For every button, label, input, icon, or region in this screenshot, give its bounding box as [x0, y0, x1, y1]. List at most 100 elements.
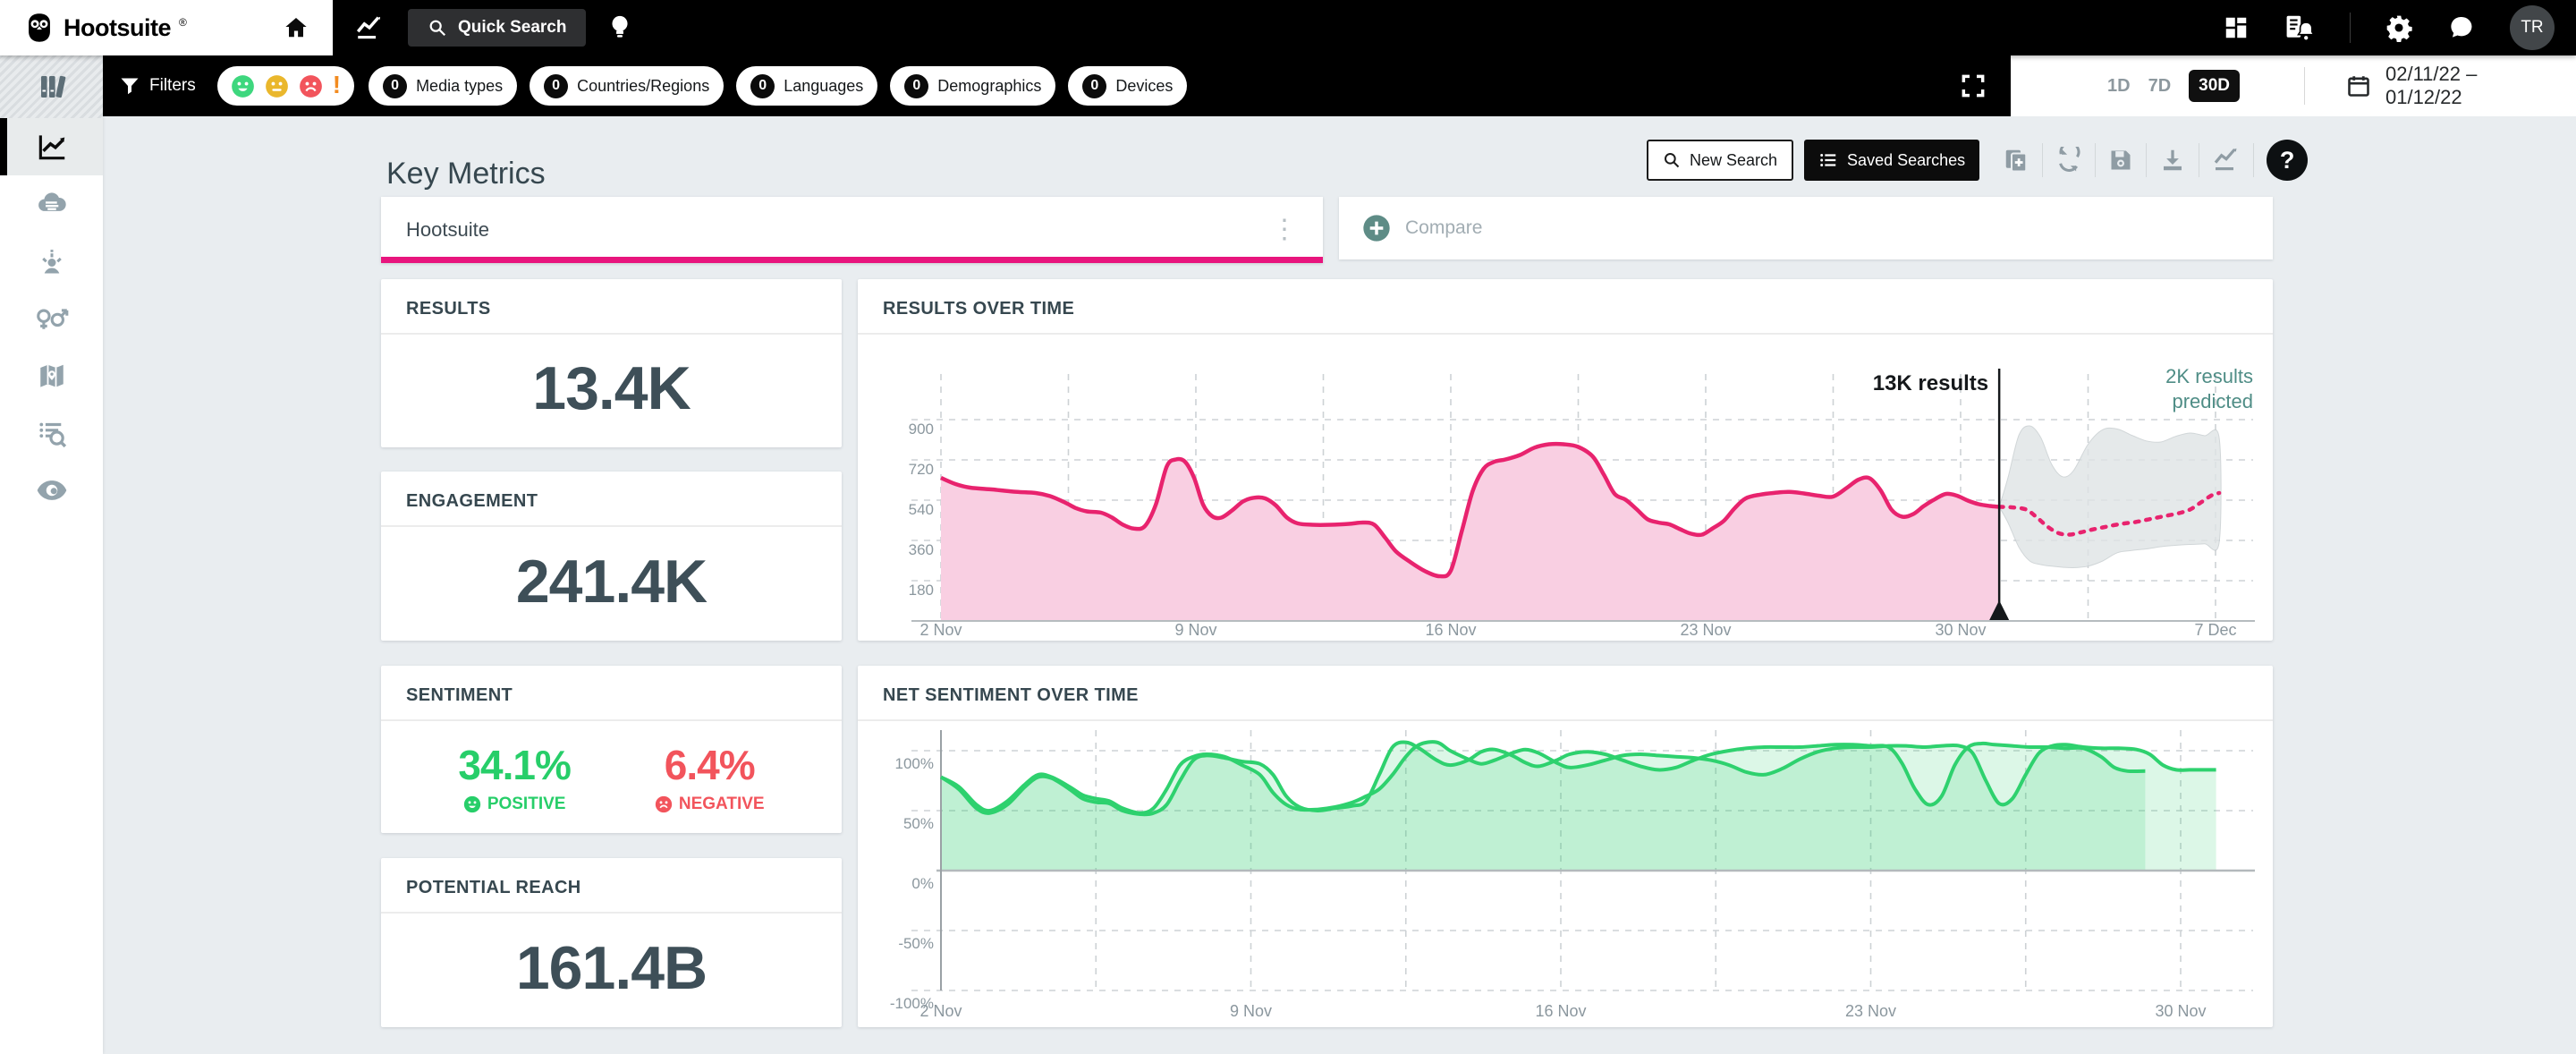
card-body: 161.4B: [381, 914, 842, 1022]
filter-pill-media-types[interactable]: 0 Media types: [369, 66, 518, 106]
duplicate-report-button[interactable]: [2003, 147, 2029, 174]
svg-text:100%: 100%: [895, 755, 934, 772]
svg-text:-50%: -50%: [898, 935, 934, 952]
positive-value: 34.1%: [458, 742, 571, 788]
eye-icon: [37, 480, 66, 500]
refresh-icon: [2059, 147, 2080, 172]
card-header: RESULTS: [381, 279, 842, 335]
date-range-text: 02/11/22 – 01/12/22: [2385, 63, 2478, 108]
sentiment-filter-pill[interactable]: !: [216, 66, 355, 106]
positive-label: POSITIVE: [487, 795, 566, 813]
saved-searches-button[interactable]: Saved Searches: [1804, 140, 1980, 181]
filter-bar: Filters ! 0 Media types 0 Countries/Regi…: [103, 55, 2576, 116]
results-card: RESULTS 13.4K: [381, 279, 842, 447]
sidebar-item-influencers[interactable]: [0, 233, 103, 290]
range-30d-button[interactable]: 30D: [2189, 70, 2241, 102]
smile-icon: [463, 795, 481, 813]
filter-pill-devices[interactable]: 0 Devices: [1068, 66, 1188, 106]
floppy-save-icon: [2111, 150, 2131, 170]
compare-card[interactable]: Compare: [1339, 197, 2273, 259]
panel-divider: [2304, 67, 2305, 105]
filter-pill-countries[interactable]: 0 Countries/Regions: [530, 66, 724, 106]
search-icon: [428, 18, 447, 38]
potential-reach-card: POTENTIAL REACH 161.4B: [381, 858, 842, 1027]
sidebar-item-saved-queries[interactable]: [0, 404, 103, 462]
toolbar-divider: [2146, 143, 2148, 177]
neutral-face-icon[interactable]: [265, 74, 289, 98]
net-sentiment-over-time-chart[interactable]: 100% 50% 0% -50% -100% 2 Nov 9 Nov 16 Nov 23 Nov…: [858, 721, 2273, 1025]
svg-text:7 Dec: 7 Dec: [2194, 621, 2236, 639]
svg-text:predicted: predicted: [2172, 390, 2253, 412]
sidebar-item-insights[interactable]: [0, 118, 103, 175]
chat-bubble-icon[interactable]: [2447, 13, 2476, 42]
apps-grid-icon[interactable]: [2223, 14, 2250, 41]
avatar[interactable]: TR: [2510, 5, 2555, 50]
happy-face-icon[interactable]: [231, 74, 255, 98]
sidebar-item-word-cloud[interactable]: [0, 175, 103, 233]
sidebar-item-library[interactable]: [0, 55, 103, 118]
brand-name: Hootsuite: [64, 13, 172, 41]
sidebar-item-monitor[interactable]: [0, 462, 103, 519]
save-button[interactable]: [2108, 148, 2133, 173]
sidebar: [0, 55, 103, 1054]
home-button[interactable]: [283, 14, 309, 41]
chart-view-button[interactable]: [2212, 146, 2241, 174]
filter-count-badge: 0: [750, 73, 775, 98]
kebab-menu-icon[interactable]: ⋮: [1271, 217, 1298, 243]
lightbulb-icon[interactable]: [609, 14, 631, 41]
filter-count-badge: 0: [383, 73, 408, 98]
saved-list-icon: [1818, 150, 1838, 170]
negative-value: 6.4%: [664, 742, 756, 788]
range-7d-button[interactable]: 7D: [2148, 76, 2172, 97]
card-title: NET SENTIMENT OVER TIME: [883, 685, 1139, 705]
fullscreen-icon: [1962, 74, 1985, 98]
card-body: 13.4K: [381, 335, 842, 442]
search-icon: [1663, 151, 1681, 169]
search-query-card[interactable]: Hootsuite ⋮: [381, 197, 1323, 263]
funnel-icon: [119, 75, 140, 97]
range-1d-button[interactable]: 1D: [2107, 76, 2131, 97]
toolbar-divider: [2253, 143, 2255, 177]
svg-text:0%: 0%: [911, 875, 934, 892]
svg-text:180: 180: [909, 582, 934, 599]
toolbar-divider: [2042, 143, 2044, 177]
date-range-picker[interactable]: 02/11/22 – 01/12/22: [2346, 63, 2553, 109]
refresh-button[interactable]: [2055, 147, 2082, 174]
search-query-text: Hootsuite: [406, 218, 489, 241]
quick-search-button[interactable]: Quick Search: [408, 9, 587, 47]
svg-text:360: 360: [909, 541, 934, 558]
svg-text:13K results: 13K results: [1873, 371, 1988, 395]
copy-plus-icon: [2005, 149, 2028, 173]
filter-count-badge: 0: [904, 73, 929, 98]
card-title: SENTIMENT: [406, 685, 513, 705]
hootsuite-logo[interactable]: Hootsuite ®: [23, 12, 187, 44]
filter-pill-demographics[interactable]: 0 Demographics: [890, 66, 1056, 106]
card-body: 34.1% POSITIVE 6.4% NEGATIVE: [381, 721, 842, 814]
new-search-button[interactable]: New Search: [1647, 140, 1794, 181]
exclamation-icon[interactable]: !: [333, 72, 341, 98]
help-button[interactable]: ?: [2267, 140, 2309, 181]
home-icon: [285, 18, 307, 38]
analytics-trend-icon[interactable]: [354, 13, 385, 43]
sidebar-item-demographics[interactable]: [0, 290, 103, 347]
results-over-time-chart[interactable]: 180 360 540 720 900 2 Nov 9 Nov 16 Nov 23 Nov 30 …: [858, 335, 2273, 639]
svg-text:23 Nov: 23 Nov: [1680, 621, 1731, 639]
filter-count-badge: 0: [1082, 73, 1107, 98]
svg-text:23 Nov: 23 Nov: [1845, 1002, 1896, 1020]
card-header: RESULTS OVER TIME: [858, 279, 2273, 335]
sad-face-icon[interactable]: [299, 74, 323, 98]
frown-icon: [655, 795, 673, 813]
svg-text:2 Nov: 2 Nov: [919, 621, 962, 639]
settings-gear-icon[interactable]: [2385, 13, 2413, 42]
fullscreen-button[interactable]: [1959, 72, 1987, 100]
net-sentiment-card: NET SENTIMENT OVER TIME 100% 50% 0% -50% -10…: [858, 666, 2273, 1027]
card-title: RESULTS: [406, 299, 491, 319]
svg-text:16 Nov: 16 Nov: [1425, 621, 1476, 639]
filter-pill-languages[interactable]: 0 Languages: [736, 66, 878, 106]
svg-text:2 Nov: 2 Nov: [919, 1002, 962, 1020]
filters-button[interactable]: Filters: [119, 75, 196, 97]
svg-text:2K results: 2K results: [2165, 365, 2253, 387]
download-button[interactable]: [2159, 147, 2186, 174]
notifications-icon[interactable]: [2284, 13, 2316, 42]
sidebar-item-map[interactable]: [0, 347, 103, 404]
